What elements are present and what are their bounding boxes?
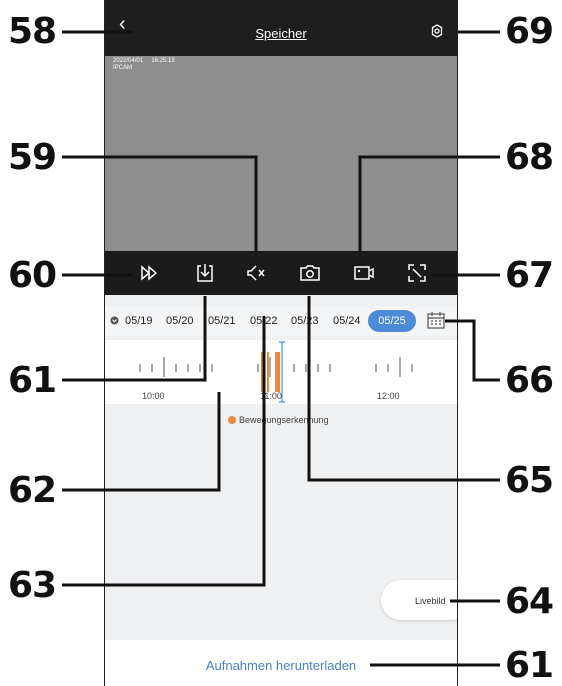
callout-67: 67 [505,255,554,296]
callout-66: 66 [505,360,554,401]
callout-58: 58 [8,11,57,52]
callout-68: 68 [505,137,554,178]
callout-59: 59 [8,137,57,178]
callout-61: 61 [8,360,57,401]
callout-62: 62 [8,470,57,511]
callout-69: 69 [505,11,554,52]
callout-lines [62,30,500,667]
callout-60: 60 [8,255,57,296]
callout-61-bottom: 61 [505,645,554,686]
callout-63: 63 [8,565,57,606]
callout-64: 64 [505,581,554,622]
callout-65: 65 [505,460,554,501]
